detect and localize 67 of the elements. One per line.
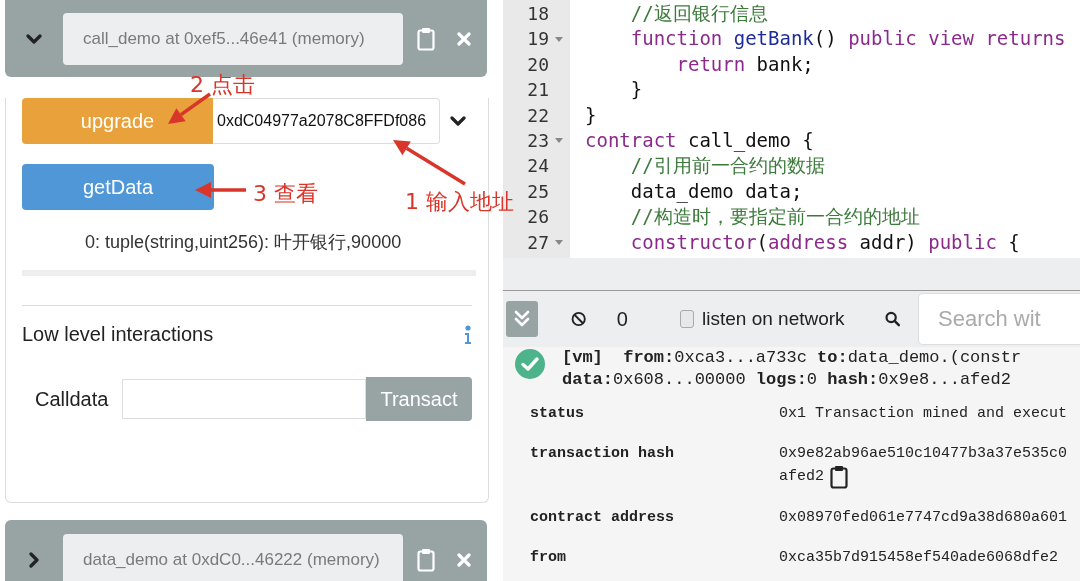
log-value: 0xca35b7d915458ef540ade6068dfe2 bbox=[779, 548, 1059, 568]
log-key: from bbox=[530, 547, 779, 569]
function-button[interactable]: getData bbox=[22, 164, 214, 210]
contract-title: call_demo at 0xef5...46e41 (memory) bbox=[63, 12, 403, 65]
log-value: 0x08970fed061e7747cd9a38d680a601 bbox=[779, 508, 1068, 528]
line-number: 26 bbox=[526, 205, 549, 230]
annotation-text: 1 输入地址 bbox=[405, 188, 514, 216]
chevron-right-icon[interactable] bbox=[29, 552, 39, 568]
line-number: 25 bbox=[526, 179, 549, 204]
line-number: 24 bbox=[526, 154, 549, 179]
double-chevron-down-icon bbox=[514, 310, 531, 328]
code-line: constructor(address addr) public { bbox=[629, 229, 1021, 255]
code-line: //返回银行信息 bbox=[629, 1, 769, 26]
line-number: 23 bbox=[526, 128, 549, 153]
annotation-arrow bbox=[195, 182, 246, 198]
output-text: 0: tuple(string,uint256): 叶开银行,90000 bbox=[85, 231, 403, 254]
transact-button[interactable]: Transact bbox=[366, 377, 472, 421]
annotation-text: 3 查看 bbox=[253, 180, 318, 208]
resize-bar[interactable] bbox=[503, 258, 1080, 291]
line-number: 27 bbox=[526, 230, 549, 255]
fold-icon[interactable] bbox=[555, 36, 563, 42]
section-title: Low level interactions bbox=[22, 323, 214, 346]
log-key: transaction hash bbox=[530, 443, 779, 489]
code-line: //引用前一合约的数据 bbox=[629, 153, 826, 179]
line-number: 22 bbox=[526, 103, 549, 128]
close-icon[interactable] bbox=[457, 553, 471, 567]
code-line: //构造时，要指定前一合约的地址 bbox=[629, 204, 921, 230]
code-line: return bank; bbox=[675, 51, 815, 77]
log-value: afed2 bbox=[779, 467, 824, 487]
log-key: contract address bbox=[530, 507, 779, 529]
checkbox-label: listen on network bbox=[702, 308, 845, 330]
code-line: function getBank() public view returns bbox=[629, 26, 1066, 52]
chevron-down-icon[interactable] bbox=[26, 33, 42, 44]
code-line: } bbox=[585, 102, 598, 128]
fold-icon[interactable] bbox=[555, 239, 563, 245]
log-summary: data:0x608...00000 logs:0 hash:0x9e8...afed2 bbox=[562, 369, 1012, 391]
search-field[interactable]: Search wit bbox=[918, 293, 1080, 345]
contract-header[interactable]: data_demo at 0xdC0...46222 (memory) bbox=[5, 520, 487, 581]
clipboard-icon[interactable] bbox=[417, 26, 435, 51]
info-icon[interactable] bbox=[464, 324, 472, 345]
clipboard-icon[interactable] bbox=[830, 465, 848, 489]
search-icon[interactable] bbox=[884, 309, 900, 329]
close-icon[interactable] bbox=[457, 31, 471, 46]
function-button[interactable]: upgrade bbox=[22, 98, 213, 144]
calldata-field[interactable] bbox=[122, 379, 366, 419]
fold-icon[interactable] bbox=[555, 138, 563, 144]
log-summary: [vm] from:0xca3...a733c to:data_demo.(constr bbox=[562, 347, 1022, 369]
log-value: 0x9e82ab96ae510c10477b3a37e535c0 bbox=[779, 444, 1068, 464]
line-number: 19 bbox=[526, 27, 549, 52]
contract-title: data_demo at 0xdC0...46222 (memory) bbox=[63, 534, 403, 581]
listen-checkbox[interactable] bbox=[679, 310, 695, 328]
scroll-down-button[interactable] bbox=[506, 301, 539, 337]
address-field[interactable]: 0xdC04977a2078C8FFDf086 bbox=[213, 98, 440, 144]
annotation-arrow bbox=[168, 92, 211, 124]
chevron-down-icon[interactable] bbox=[450, 116, 466, 126]
code-line: } bbox=[629, 77, 644, 103]
field-label: Calldata bbox=[35, 387, 110, 411]
pending-count: 0 bbox=[616, 307, 628, 331]
code-line: contract call_demo { bbox=[585, 127, 815, 154]
log-value: 0x1 Transaction mined and execut bbox=[779, 404, 1068, 424]
log-key: status bbox=[530, 403, 779, 425]
clear-icon[interactable] bbox=[571, 309, 587, 329]
line-number: 18 bbox=[526, 2, 549, 26]
line-number: 21 bbox=[526, 78, 549, 103]
code-line: data_demo data; bbox=[629, 178, 804, 205]
line-number: 20 bbox=[526, 52, 549, 77]
clipboard-icon[interactable] bbox=[417, 548, 435, 572]
